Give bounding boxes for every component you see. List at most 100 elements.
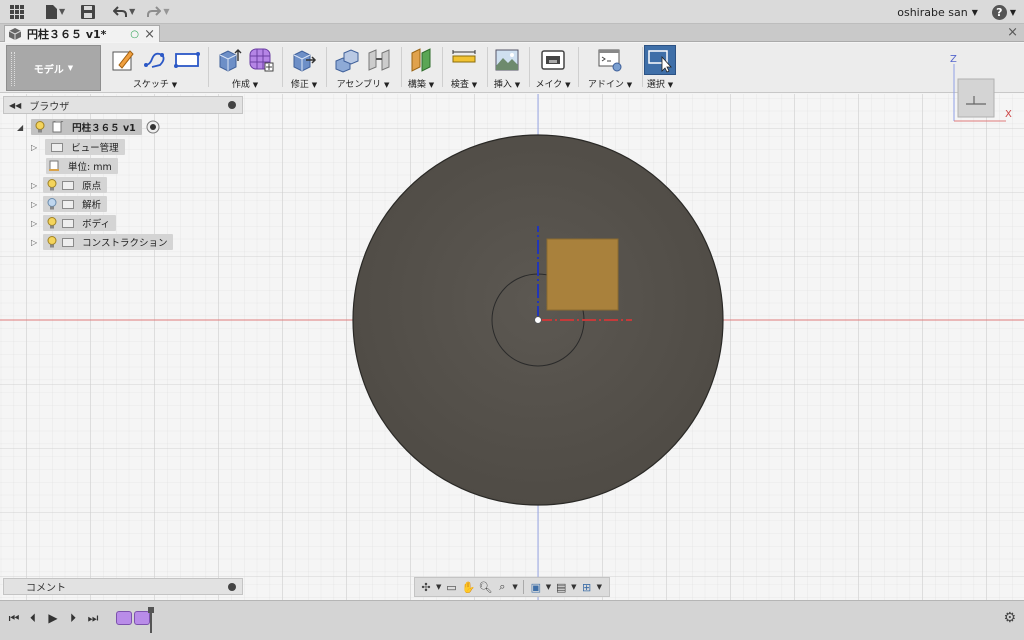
grid-snap-icon[interactable]: ▤: [554, 580, 568, 594]
redo-button[interactable]: ▼: [147, 5, 169, 18]
create-sketch-icon[interactable]: [110, 47, 136, 73]
ribbon-group-construct[interactable]: 構築 ▼: [403, 45, 439, 91]
form-icon[interactable]: [248, 47, 274, 73]
step-back-icon[interactable]: ⏴: [26, 611, 40, 625]
timeline-bar: ⏮ ⏴ ▶ ⏵ ⏭ ⚙: [0, 600, 1024, 640]
origin-point[interactable]: [534, 316, 542, 324]
sketch-profile[interactable]: [546, 238, 619, 311]
browser-root-item[interactable]: ◢ 円柱３６５ v1: [17, 119, 160, 135]
canvas-viewport[interactable]: Z X: [0, 54, 1024, 600]
pin-icon[interactable]: [228, 101, 236, 109]
joint-icon[interactable]: [366, 47, 392, 73]
go-to-end-icon[interactable]: ⏭: [86, 611, 100, 625]
chevron-down-icon: ▼: [471, 81, 478, 89]
play-icon[interactable]: ▶: [46, 611, 60, 625]
browser-panel-header[interactable]: ◀◀ ブラウザ: [3, 96, 243, 114]
measure-icon[interactable]: [451, 47, 477, 73]
press-pull-icon[interactable]: [291, 47, 317, 73]
ribbon-group-label: 修正: [290, 80, 309, 90]
zoom-icon[interactable]: 🔍︎: [478, 580, 492, 594]
extrude-icon[interactable]: [216, 47, 242, 73]
ribbon-group-label: 検査: [450, 80, 469, 90]
chevron-down-icon[interactable]: ▼: [512, 583, 517, 591]
expand-triangle-icon[interactable]: ◢: [17, 123, 23, 132]
chevron-down-icon: ▼: [428, 81, 435, 89]
file-menu-button[interactable]: ▼: [46, 4, 65, 19]
chevron-down-icon: ▼: [667, 81, 674, 89]
close-tab-icon[interactable]: ×: [144, 27, 155, 42]
data-panel-button[interactable]: [10, 4, 24, 19]
pan-hand-icon[interactable]: ✋: [461, 580, 476, 594]
rectangle-icon[interactable]: [174, 47, 200, 73]
chevron-down-icon: ▼: [565, 81, 571, 89]
lightbulb-icon[interactable]: [47, 179, 57, 191]
lightbulb-icon[interactable]: [47, 217, 57, 229]
expand-arrow-icon[interactable]: ▷: [31, 181, 37, 190]
chevron-down-icon[interactable]: ▼: [546, 583, 551, 591]
browser-item-origin[interactable]: ▷ 原点: [31, 177, 108, 193]
document-tab-strip: 円柱３６５ v1* ○ × ×: [0, 24, 1024, 42]
new-component-icon[interactable]: [334, 47, 360, 73]
lightbulb-icon[interactable]: [47, 236, 57, 248]
orbit-icon[interactable]: ✣: [419, 580, 433, 594]
ribbon-group-label: 構築: [407, 80, 426, 90]
ribbon-group-create[interactable]: 作成 ▼: [212, 45, 278, 91]
activate-radio-icon[interactable]: [146, 120, 160, 134]
navigation-bar: ✣ ▼ ▭ ✋ 🔍︎ ⌕ ▼ ▣ ▼ ▤ ▼ ⊞ ▼: [414, 577, 610, 597]
fit-icon[interactable]: ⌕: [495, 580, 509, 594]
workspace-label: モデル: [33, 64, 64, 76]
go-to-start-icon[interactable]: ⏮: [7, 611, 21, 625]
design-canvas[interactable]: [0, 94, 1024, 600]
chevron-down-icon[interactable]: ▼: [436, 583, 441, 591]
expand-arrow-icon[interactable]: ▷: [31, 238, 37, 247]
ribbon-group-sketch[interactable]: スケッチ ▼: [106, 45, 204, 91]
browser-item-construction[interactable]: ▷ コンストラクション: [31, 234, 174, 250]
browser-item-bodies[interactable]: ▷ ボディ: [31, 215, 116, 231]
ribbon-group-select[interactable]: 選択 ▼: [644, 45, 676, 91]
close-icon[interactable]: ×: [1007, 25, 1018, 40]
expand-arrow-icon[interactable]: ▷: [31, 200, 37, 209]
look-at-icon[interactable]: ▭: [444, 580, 458, 594]
ribbon-group-assembly[interactable]: アセンブリ ▼: [328, 45, 398, 91]
help-menu[interactable]: ? ▼: [991, 4, 1016, 20]
browser-item-units[interactable]: 単位: mm: [46, 158, 118, 174]
pin-icon[interactable]: [228, 582, 236, 591]
ribbon-group-modify[interactable]: 修正 ▼: [284, 45, 324, 91]
ribbon-group-inspect[interactable]: 検査 ▼: [444, 45, 484, 91]
display-settings-icon[interactable]: ▣: [529, 580, 543, 594]
ribbon-group-insert[interactable]: 挿入 ▼: [489, 45, 525, 91]
ribbon-group-make[interactable]: メイク ▼: [531, 45, 575, 91]
lightbulb-icon[interactable]: [35, 121, 45, 133]
viewports-icon[interactable]: ⊞: [580, 580, 594, 594]
timeline-feature-form[interactable]: [116, 611, 132, 625]
gear-icon[interactable]: ⚙: [1003, 610, 1016, 626]
chevron-down-icon[interactable]: ▼: [571, 583, 576, 591]
folder-icon: [62, 180, 75, 190]
collapse-icon[interactable]: ◀◀: [9, 101, 21, 110]
expand-arrow-icon[interactable]: ▷: [31, 143, 37, 152]
undo-button[interactable]: ▼: [113, 5, 135, 18]
step-forward-icon[interactable]: ⏵: [66, 611, 80, 625]
browser-title: ブラウザ: [29, 101, 70, 113]
timeline-marker[interactable]: [148, 607, 154, 633]
user-menu[interactable]: oshirabe san ▼: [897, 6, 978, 19]
save-button[interactable]: [81, 4, 96, 19]
folder-icon: [62, 199, 75, 209]
print-3d-icon[interactable]: [540, 47, 566, 73]
axis-x-label: X: [1005, 109, 1012, 120]
ribbon-group-addins[interactable]: アドイン ▼: [580, 45, 640, 91]
insert-image-icon[interactable]: [494, 47, 520, 73]
workspace-switcher[interactable]: モデル ▼: [6, 45, 101, 91]
scripts-addins-icon[interactable]: [597, 47, 623, 73]
browser-item-view-management[interactable]: ▷ ビュー管理: [31, 139, 125, 155]
chevron-down-icon[interactable]: ▼: [597, 583, 602, 591]
browser-item-analysis[interactable]: ▷ 解析: [31, 196, 108, 212]
spline-icon[interactable]: [142, 47, 168, 73]
lightbulb-icon[interactable]: [47, 198, 57, 210]
offset-plane-icon[interactable]: [408, 47, 434, 73]
document-tab[interactable]: 円柱３６５ v1* ○ ×: [4, 25, 160, 42]
drag-handle[interactable]: [11, 52, 15, 86]
expand-arrow-icon[interactable]: ▷: [31, 219, 37, 228]
select-icon[interactable]: [647, 47, 673, 73]
comments-panel-header[interactable]: コメント: [3, 578, 243, 595]
